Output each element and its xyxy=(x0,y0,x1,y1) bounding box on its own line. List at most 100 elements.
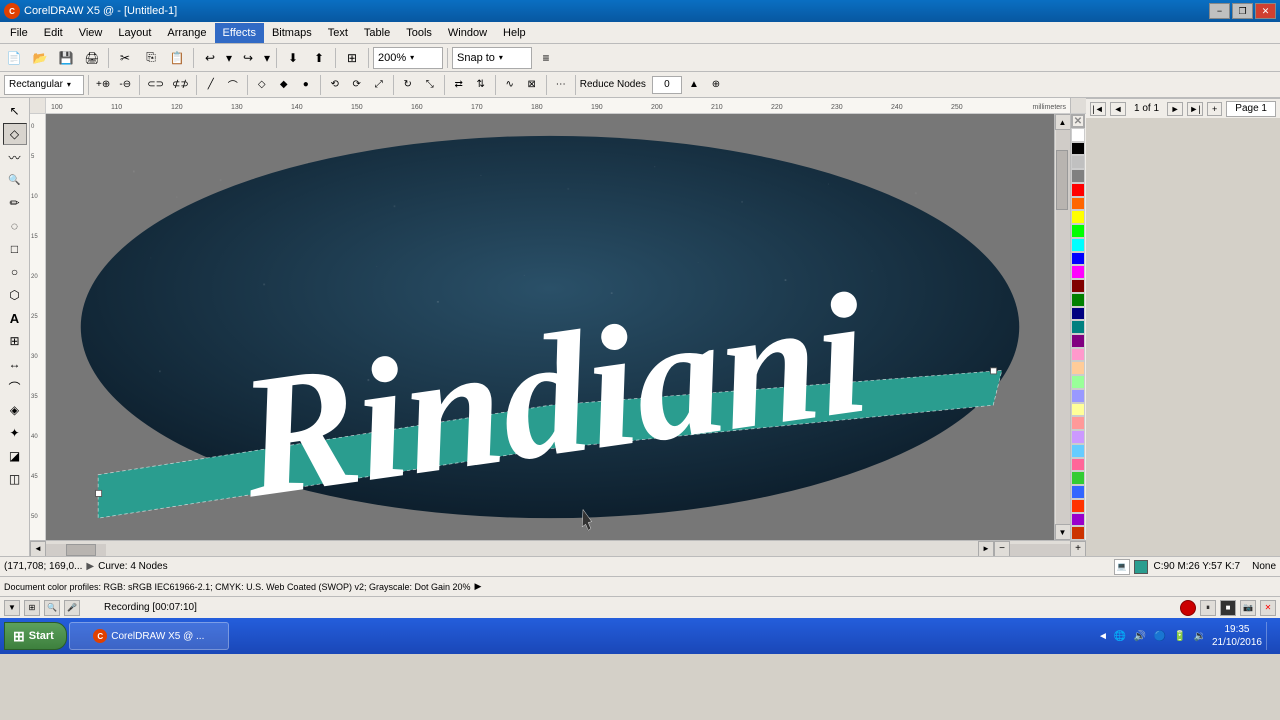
page-last-button[interactable]: ►| xyxy=(1187,102,1203,116)
dimension-tool[interactable]: ↔ xyxy=(3,353,27,375)
no-color-swatch[interactable]: ✕ xyxy=(1071,114,1085,128)
reduce-nodes-input[interactable] xyxy=(652,76,682,94)
start-button[interactable]: ⊞ Start xyxy=(4,622,67,650)
undo-button[interactable]: ↩ xyxy=(198,47,222,69)
connector-tool[interactable]: ⌒ xyxy=(3,376,27,398)
open-button[interactable]: 📂 xyxy=(28,47,52,69)
curve-button[interactable]: ⌒ xyxy=(223,75,243,95)
scroll-thumb-h[interactable] xyxy=(66,544,96,556)
violet-swatch[interactable] xyxy=(1071,513,1085,527)
zoom-tool[interactable]: 🔍 xyxy=(3,169,27,191)
blend-tool[interactable]: ◈ xyxy=(3,399,27,421)
menu-table[interactable]: Table xyxy=(356,23,398,43)
page-1-tab[interactable]: Page 1 xyxy=(1226,101,1276,117)
recording-icon-3[interactable]: 🎤 xyxy=(64,600,80,616)
white-swatch[interactable] xyxy=(1071,128,1085,142)
taskbar-app-coreldraw[interactable]: C CorelDRAW X5 @ ... xyxy=(69,622,229,650)
join-nodes-button[interactable]: ⊂⊃ xyxy=(144,75,167,95)
menu-help[interactable]: Help xyxy=(495,23,534,43)
add-page-button[interactable]: + xyxy=(1207,102,1222,116)
menu-text[interactable]: Text xyxy=(320,23,356,43)
pick-tool[interactable]: ↖ xyxy=(3,100,27,122)
add-node-button[interactable]: +⊕ xyxy=(93,75,113,95)
minimize-button[interactable]: − xyxy=(1209,3,1230,19)
bluetooth-icon[interactable]: 🔵 xyxy=(1152,628,1168,644)
zoom-in-button[interactable]: + xyxy=(1070,541,1086,557)
lavender-swatch[interactable] xyxy=(1071,430,1085,444)
interactive-fill-tool[interactable]: ◫ xyxy=(3,468,27,490)
save-button[interactable]: 💾 xyxy=(54,47,78,69)
handle-bl[interactable] xyxy=(96,490,102,496)
darkgreen-swatch[interactable] xyxy=(1071,293,1085,307)
v-mirror-button[interactable]: ⇅ xyxy=(471,75,491,95)
menu-tools[interactable]: Tools xyxy=(398,23,440,43)
battery-icon[interactable]: 🔋 xyxy=(1172,628,1188,644)
orange-swatch[interactable] xyxy=(1071,197,1085,211)
fill-tool[interactable]: ◪ xyxy=(3,445,27,467)
color-profile-expand[interactable]: ▶ xyxy=(475,581,482,592)
record-stop-button[interactable]: ■ xyxy=(1220,600,1236,616)
freehand-tool[interactable]: ✏ xyxy=(3,192,27,214)
curve-options-button[interactable]: ⋯ xyxy=(551,75,571,95)
teal-swatch[interactable] xyxy=(1071,320,1085,334)
canvas-area[interactable]: Rindiani xyxy=(46,114,1054,540)
eyedropper-tool[interactable]: ✦ xyxy=(3,422,27,444)
magenta-swatch[interactable] xyxy=(1071,265,1085,279)
black-swatch[interactable] xyxy=(1071,142,1085,156)
close-button[interactable]: ✕ xyxy=(1255,3,1276,19)
snap-toggle[interactable]: ⊞ xyxy=(340,47,364,69)
pink-swatch[interactable] xyxy=(1071,348,1085,362)
green-swatch[interactable] xyxy=(1071,224,1085,238)
scale-nodes-button[interactable]: ⤡ xyxy=(420,75,440,95)
royalblue-swatch[interactable] xyxy=(1071,485,1085,499)
restore-button[interactable]: ❐ xyxy=(1232,3,1253,19)
page-prev-button[interactable]: ◄ xyxy=(1110,102,1126,116)
menu-layout[interactable]: Layout xyxy=(110,23,159,43)
reduce-nodes-minus[interactable]: ▲ xyxy=(684,75,704,95)
lighred-swatch[interactable] xyxy=(1071,416,1085,430)
polygon-tool[interactable]: ⬡ xyxy=(3,284,27,306)
menu-file[interactable]: File xyxy=(2,23,36,43)
scroll-left-button[interactable]: ◄ xyxy=(30,541,46,557)
zoom-dropdown[interactable]: 200% ▾ xyxy=(373,47,443,69)
lightgreen-swatch[interactable] xyxy=(1071,375,1085,389)
snap-to-dropdown[interactable]: Snap to ▾ xyxy=(452,47,532,69)
smart-draw-tool[interactable]: ◌ xyxy=(3,215,27,237)
h-mirror-button[interactable]: ⇄ xyxy=(449,75,469,95)
skyblue-swatch[interactable] xyxy=(1071,444,1085,458)
rotate-nodes-button[interactable]: ↻ xyxy=(398,75,418,95)
menu-effects[interactable]: Effects xyxy=(215,23,264,43)
line-button[interactable]: ╱ xyxy=(201,75,221,95)
maroon-swatch[interactable] xyxy=(1071,279,1085,293)
record-cam-button[interactable]: 📷 xyxy=(1240,600,1256,616)
hide-tray-button[interactable]: ◄ xyxy=(1098,631,1108,642)
lightblue-swatch[interactable] xyxy=(1071,389,1085,403)
brick-swatch[interactable] xyxy=(1071,526,1085,540)
volume-icon[interactable]: 🔊 xyxy=(1132,628,1148,644)
zoom-out-button[interactable]: − xyxy=(994,541,1010,557)
system-clock[interactable]: 19:35 21/10/2016 xyxy=(1212,623,1262,649)
scroll-right-button[interactable]: ► xyxy=(978,541,994,557)
blue-swatch[interactable] xyxy=(1071,252,1085,266)
menu-arrange[interactable]: Arrange xyxy=(159,23,214,43)
silver-swatch[interactable] xyxy=(1071,155,1085,169)
rectangle-tool[interactable]: □ xyxy=(3,238,27,260)
redo-dropdown[interactable]: ▾ xyxy=(262,47,272,69)
page-first-button[interactable]: |◄ xyxy=(1090,102,1106,116)
recording-icon-2[interactable]: 🔍 xyxy=(44,600,60,616)
cyan-swatch[interactable] xyxy=(1071,238,1085,252)
redo-button[interactable]: ↪ xyxy=(236,47,260,69)
scroll-thumb-v[interactable] xyxy=(1056,150,1068,210)
break-nodes-button[interactable]: ⊄⊅ xyxy=(169,75,192,95)
recording-down-btn[interactable]: ▼ xyxy=(4,600,20,616)
smooth-node-button[interactable]: ◆ xyxy=(274,75,294,95)
new-button[interactable]: 📄 xyxy=(2,47,26,69)
handle-tr[interactable] xyxy=(991,368,997,374)
paste-button[interactable]: 📋 xyxy=(165,47,189,69)
peach-swatch[interactable] xyxy=(1071,361,1085,375)
cusp-node-button[interactable]: ◇ xyxy=(252,75,272,95)
reverse-curve-button[interactable]: ⟲ xyxy=(325,75,345,95)
record-start-button[interactable] xyxy=(1180,600,1196,616)
symmetric-node-button[interactable]: ● xyxy=(296,75,316,95)
print-button[interactable]: 🖨 xyxy=(80,47,104,69)
